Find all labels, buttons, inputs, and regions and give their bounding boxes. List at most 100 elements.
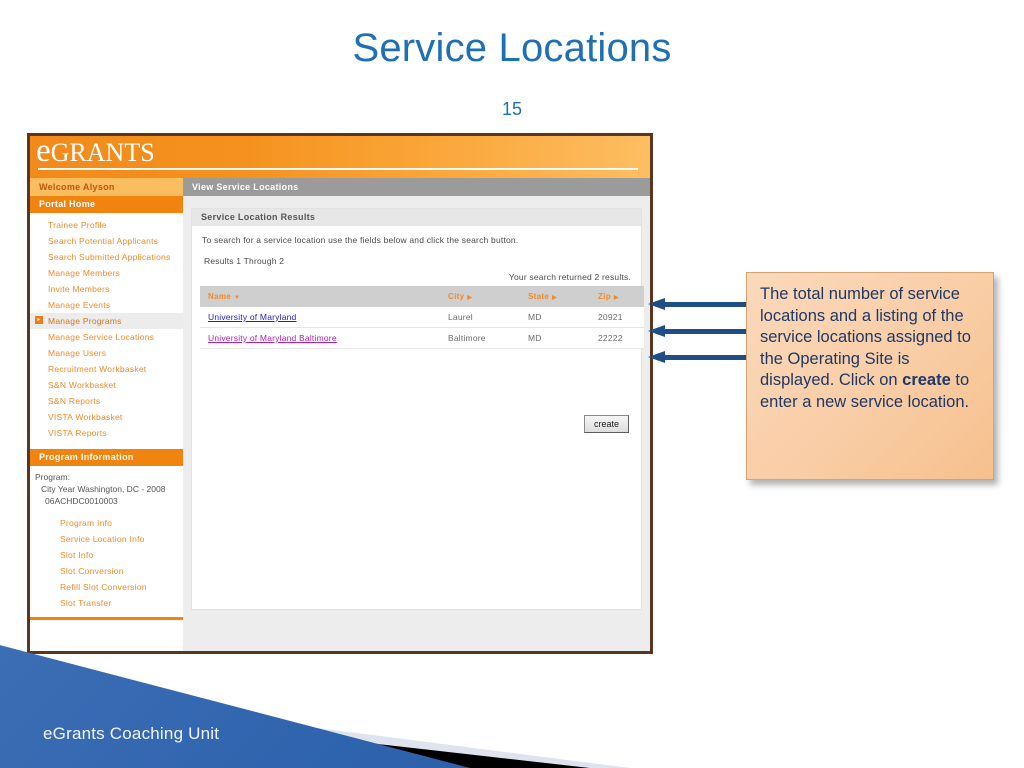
results-card: Service Location Results To search for a… [191, 208, 644, 610]
sidebar-item-label: Manage Events [48, 299, 111, 310]
program-link-label: Service Location Info [60, 533, 145, 544]
sidebar-item-vista-reports[interactable]: VISTA Reports [30, 425, 183, 441]
service-location-link[interactable]: University of Maryland Baltimore [208, 333, 337, 343]
sidebar: Welcome Alyson Portal Home Trainee Profi… [30, 178, 183, 651]
sidebar-item-vista-workbasket[interactable]: VISTA Workbasket [30, 409, 183, 425]
sidebar-item-search-potential-applicants[interactable]: Search Potential Applicants [30, 233, 183, 249]
sidebar-item-label: VISTA Workbasket [48, 411, 123, 422]
column-header-name[interactable]: Name ▼ [200, 286, 440, 307]
column-label: State [528, 292, 550, 301]
cell-zip: 22222 [590, 327, 644, 349]
program-link-slot-conversion[interactable]: Slot Conversion [30, 563, 183, 579]
sort-icon: ▶ [467, 295, 473, 301]
callout-arrow-3 [648, 351, 746, 363]
arrow-shaft [664, 329, 746, 334]
arrow-shaft [664, 302, 746, 307]
banner-rule [38, 168, 638, 170]
sidebar-item-label: Trainee Profile [48, 219, 107, 230]
program-link-label: Refill Slot Conversion [60, 581, 147, 592]
column-label: City [448, 292, 465, 301]
table-header-row: Name ▼ City ▶ State ▶ Zip ▶ [200, 286, 644, 307]
program-link-label: Slot Info [60, 549, 94, 560]
program-code: 06ACHDC0010003 [45, 496, 118, 506]
logo-text-grants: GRANTS [50, 138, 155, 167]
create-button[interactable]: create [583, 415, 629, 433]
callout-text: The total number of service locations an… [747, 273, 993, 413]
slide-number: 15 [501, 99, 523, 119]
footer-banner: eGrants Coaching Unit [0, 640, 1024, 768]
arrow-head-icon [648, 325, 665, 337]
program-link-refill-slot-conversion[interactable]: Refill Slot Conversion [30, 579, 183, 595]
arrow-head-icon [648, 351, 665, 363]
sidebar-item-label: Recruitment Workbasket [48, 363, 147, 374]
table-row: University of Maryland Laurel MD 20921 [200, 307, 644, 328]
sidebar-item-manage-users[interactable]: Manage Users [30, 345, 183, 361]
program-information-header: Program Information [30, 449, 183, 466]
sidebar-bottom-rule [30, 617, 183, 620]
sidebar-item-search-submitted-applications[interactable]: Search Submitted Applications [30, 249, 183, 265]
sidebar-item-label: VISTA Reports [48, 427, 107, 438]
column-header-zip[interactable]: Zip ▶ [590, 286, 644, 307]
program-link-service-location-info[interactable]: Service Location Info [30, 531, 183, 547]
cell-zip: 20921 [590, 307, 644, 328]
sidebar-item-label: S&N Reports [48, 395, 101, 406]
cell-city: Baltimore [440, 327, 520, 349]
program-link-label: Slot Conversion [60, 565, 124, 576]
callout-box: The total number of service locations an… [746, 272, 994, 480]
callout-arrow-1 [648, 298, 746, 310]
callout-emphasis-create: create [902, 371, 951, 389]
sidebar-item-manage-service-locations[interactable]: Manage Service Locations [30, 329, 183, 345]
column-header-city[interactable]: City ▶ [440, 286, 520, 307]
callout-arrow-2 [648, 325, 746, 337]
arrow-head-icon [648, 298, 665, 310]
sort-icon: ▶ [613, 295, 619, 301]
column-header-state[interactable]: State ▶ [520, 286, 590, 307]
footer-label: eGrants Coaching Unit [43, 724, 220, 743]
sidebar-item-sn-workbasket[interactable]: S&N Workbasket [30, 377, 183, 393]
sidebar-nav-list: Trainee Profile Search Potential Applica… [30, 213, 183, 441]
sort-desc-icon: ▼ [234, 295, 241, 301]
main-panel: View Service Locations Service Location … [183, 178, 650, 651]
sidebar-item-label: Manage Service Locations [48, 331, 155, 342]
sidebar-item-sn-reports[interactable]: S&N Reports [30, 393, 183, 409]
logo-letter-e: e [36, 133, 51, 169]
cell-name: University of Maryland Baltimore [200, 327, 440, 349]
column-label: Zip [598, 292, 611, 301]
cell-name: University of Maryland [200, 307, 440, 328]
sidebar-item-manage-events[interactable]: Manage Events [30, 297, 183, 313]
program-label: Program: [35, 472, 70, 482]
sidebar-item-recruitment-workbasket[interactable]: Recruitment Workbasket [30, 361, 183, 377]
program-links-list: Program Info Service Location Info Slot … [30, 515, 183, 611]
service-locations-table: Name ▼ City ▶ State ▶ Zip ▶ University of Ma… [200, 286, 644, 349]
footer-stripe-blue [0, 645, 470, 768]
cell-city: Laurel [440, 307, 520, 328]
page-header-bar: View Service Locations [183, 178, 650, 196]
sort-icon: ▶ [552, 295, 557, 301]
program-link-label: Program Info [60, 517, 113, 528]
sidebar-item-label: S&N Workbasket [48, 379, 117, 390]
page-title: Service Locations [352, 26, 672, 70]
sidebar-item-trainee-profile[interactable]: Trainee Profile [30, 217, 183, 233]
welcome-bar: Welcome Alyson [30, 178, 183, 196]
sidebar-item-invite-members[interactable]: Invite Members [30, 281, 183, 297]
sidebar-item-label: Search Submitted Applications [48, 251, 171, 262]
program-link-label: Slot Transfer [60, 597, 112, 608]
program-meta: Program: City Year Washington, DC - 2008… [30, 466, 183, 509]
program-name: City Year Washington, DC - 2008 [41, 484, 166, 494]
sidebar-item-manage-members[interactable]: Manage Members [30, 265, 183, 281]
sidebar-item-manage-programs[interactable]: ▸ Manage Programs [30, 313, 183, 329]
results-range-text: Results 1 Through 2 [204, 256, 285, 266]
results-header-bar: Service Location Results [192, 209, 641, 226]
sidebar-item-label: Manage Users [48, 347, 107, 358]
program-link-slot-transfer[interactable]: Slot Transfer [30, 595, 183, 611]
screenshot-frame: eGRANTS Welcome Alyson Portal Home Train… [27, 133, 653, 654]
program-link-program-info[interactable]: Program Info [30, 515, 183, 531]
sidebar-item-label: Search Potential Applicants [48, 235, 159, 246]
cell-state: MD [520, 307, 590, 328]
sidebar-item-label: Invite Members [48, 283, 110, 294]
sidebar-item-portal-home[interactable]: Portal Home [30, 196, 183, 213]
program-link-slot-info[interactable]: Slot Info [30, 547, 183, 563]
service-location-link[interactable]: University of Maryland [208, 312, 296, 322]
results-returned-text: Your search returned 2 results. [508, 272, 631, 282]
egrants-logo: eGRANTS [36, 133, 155, 170]
